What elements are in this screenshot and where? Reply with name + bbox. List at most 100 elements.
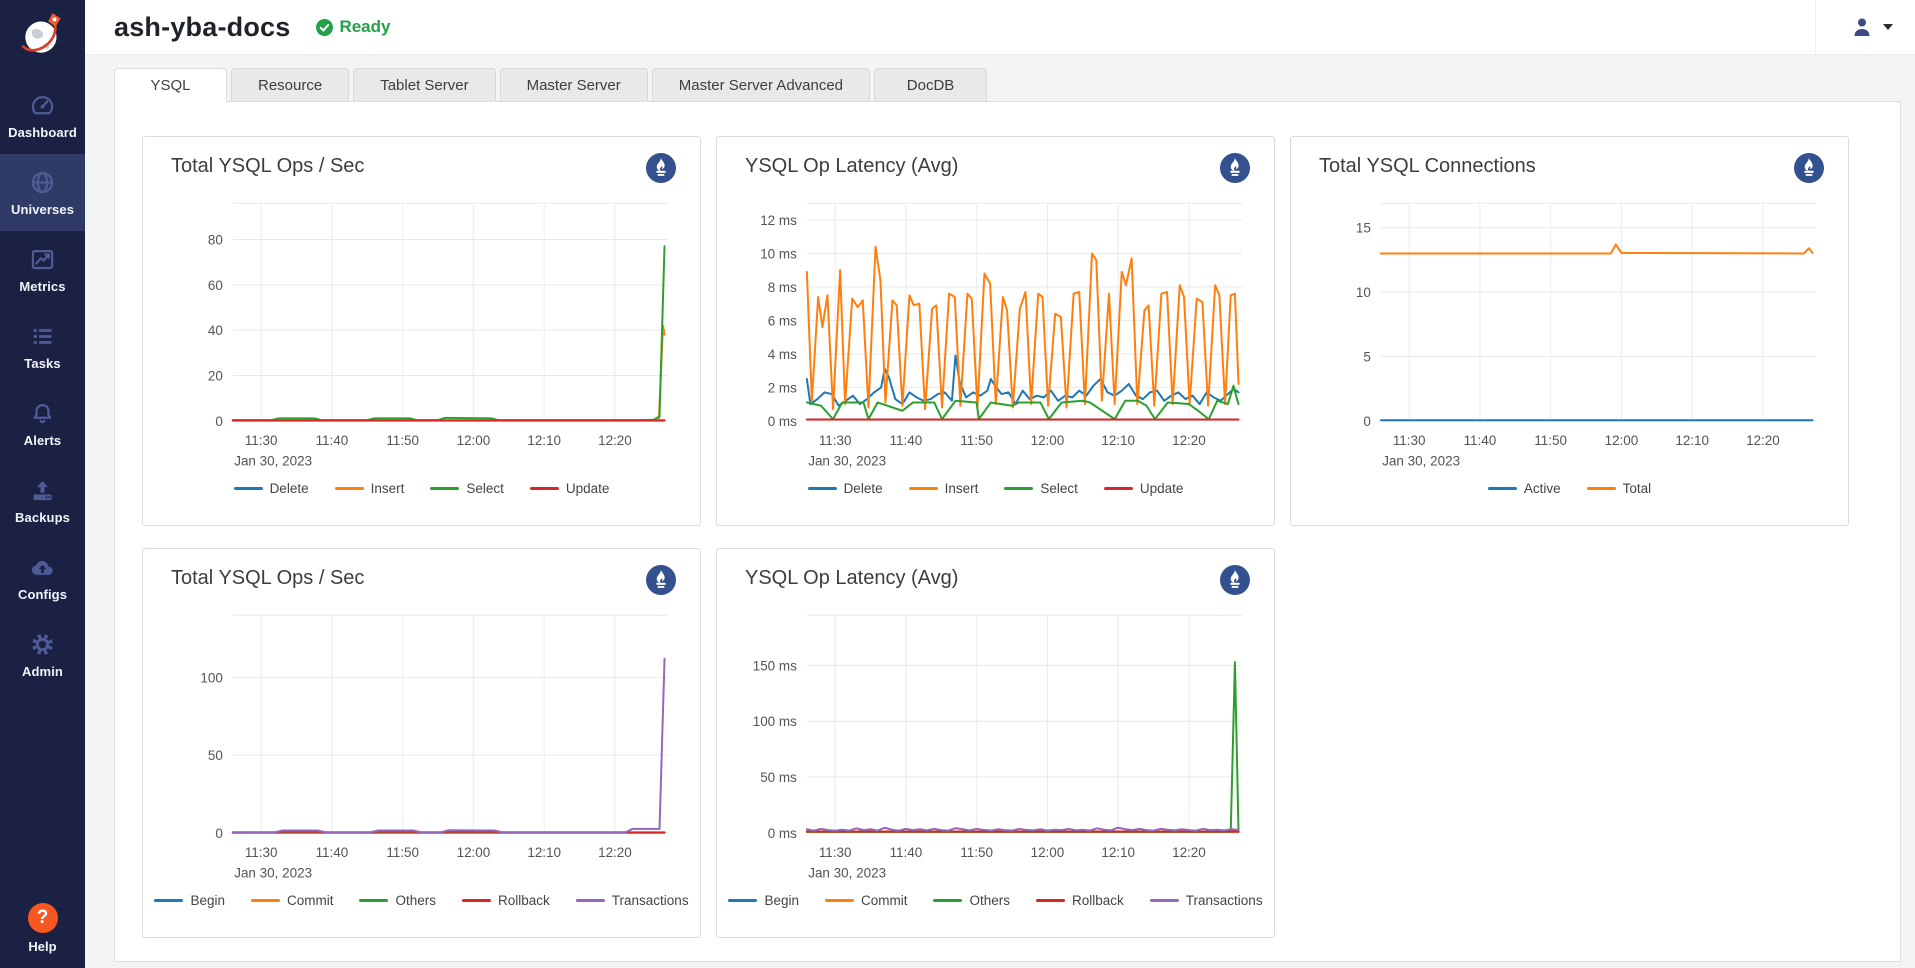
svg-text:2 ms: 2 ms [768,380,797,395]
chart-legend: BeginCommitOthersRollbackTransactions [741,893,1250,908]
prometheus-link-icon[interactable] [1220,153,1250,183]
legend-swatch [1587,487,1616,490]
svg-text:0 ms: 0 ms [768,414,797,429]
sidebar-item-tasks[interactable]: Tasks [0,308,85,385]
sidebar-item-alerts[interactable]: Alerts [0,385,85,462]
svg-text:12:00: 12:00 [1031,433,1065,448]
legend-item-update[interactable]: Update [530,481,610,496]
line-chart-total-ysql-ops-transactions[interactable]: 11:3011:4011:5012:0012:1012:20Jan 30, 20… [167,603,676,883]
line-chart-ysql-op-latency-transactions[interactable]: 11:3011:4011:5012:0012:1012:20Jan 30, 20… [741,603,1250,883]
tab-docdb[interactable]: DocDB [874,68,987,102]
cloud-upload-icon [29,554,56,581]
prometheus-link-icon[interactable] [646,565,676,595]
legend-item-others[interactable]: Others [933,893,1010,908]
svg-text:Jan 30, 2023: Jan 30, 2023 [1382,454,1460,469]
legend-item-transactions[interactable]: Transactions [576,893,689,908]
legend-item-insert[interactable]: Insert [909,481,979,496]
legend-label: Transactions [612,893,689,908]
legend-label: Begin [190,893,225,908]
prometheus-link-icon[interactable] [646,153,676,183]
chart-legend: Active Total [1315,481,1824,496]
tasks-list-icon [29,323,56,350]
legend-item-rollback[interactable]: Rollback [462,893,550,908]
legend-label: Rollback [498,893,550,908]
prometheus-link-icon[interactable] [1220,565,1250,595]
legend-swatch [359,899,388,902]
chart-card-total-ysql-ops: Total YSQL Ops / Sec 11:3011:4011:5012:0… [142,136,701,526]
gear-icon [29,631,56,658]
chart-card-ysql-op-latency: YSQL Op Latency (Avg) 11:3011:4011:5012:… [716,136,1275,526]
sidebar-item-label: Tasks [24,356,60,371]
legend-item-delete[interactable]: Delete [234,481,309,496]
tab-panel: Total YSQL Ops / Sec 11:3011:4011:5012:0… [114,101,1901,962]
prometheus-link-icon[interactable] [1794,153,1824,183]
yugabyte-logo[interactable] [18,9,68,59]
legend-swatch [808,487,837,490]
svg-text:60: 60 [208,278,223,293]
svg-text:10 ms: 10 ms [760,246,797,261]
legend-label: Update [566,481,610,496]
legend-item-select[interactable]: Select [430,481,504,496]
legend-item-transactions[interactable]: Transactions [1150,893,1263,908]
line-chart-total-ysql-connections[interactable]: 11:3011:4011:5012:0012:1012:20Jan 30, 20… [1315,191,1824,471]
svg-text:12:10: 12:10 [1101,845,1135,860]
svg-text:11:30: 11:30 [819,433,852,448]
sidebar-item-help[interactable]: ? Help [28,903,58,954]
svg-text:50 ms: 50 ms [760,770,797,785]
tab-master-server-advanced[interactable]: Master Server Advanced [652,68,870,102]
sidebar-item-admin[interactable]: Admin [0,616,85,693]
legend-item-begin[interactable]: Begin [728,893,799,908]
legend-swatch [462,899,491,902]
legend-item-select[interactable]: Select [1004,481,1078,496]
svg-text:80: 80 [208,233,223,248]
chart-title: YSQL Op Latency (Avg) [741,565,958,590]
svg-text:0: 0 [215,826,223,841]
legend-swatch [933,899,962,902]
metrics-tabs: YSQL Resource Tablet Server Master Serve… [85,55,1915,101]
line-chart-total-ysql-ops[interactable]: 11:3011:4011:5012:0012:1012:20Jan 30, 20… [167,191,676,471]
tab-master-server[interactable]: Master Server [500,68,648,102]
help-label: Help [28,939,56,954]
sidebar-item-universes[interactable]: Universes [0,154,85,231]
legend-swatch [251,899,280,902]
charts-grid: Total YSQL Ops / Sec 11:3011:4011:5012:0… [142,136,1900,938]
svg-text:12:20: 12:20 [598,433,632,448]
svg-text:11:40: 11:40 [1464,433,1497,448]
tab-tablet-server[interactable]: Tablet Server [353,68,495,102]
sidebar-item-dashboard[interactable]: Dashboard [0,77,85,154]
svg-text:12:10: 12:10 [527,433,561,448]
legend-item-begin[interactable]: Begin [154,893,225,908]
svg-text:11:40: 11:40 [890,433,923,448]
legend-item-commit[interactable]: Commit [251,893,334,908]
user-icon [1850,15,1874,39]
svg-text:11:30: 11:30 [819,845,852,860]
legend-item-total[interactable]: Total [1587,481,1652,496]
legend-label: Select [466,481,504,496]
chart-legend: BeginCommitOthersRollbackTransactions [167,893,676,908]
legend-swatch [530,487,559,490]
sidebar-item-metrics[interactable]: Metrics [0,231,85,308]
svg-text:8 ms: 8 ms [768,280,797,295]
legend-item-update[interactable]: Update [1104,481,1184,496]
legend-item-others[interactable]: Others [359,893,436,908]
dashboard-icon [29,92,56,119]
tab-resource[interactable]: Resource [231,68,349,102]
svg-text:50: 50 [208,748,223,763]
user-menu[interactable] [1815,0,1893,54]
line-chart-ysql-op-latency[interactable]: 11:3011:4011:5012:0012:1012:20Jan 30, 20… [741,191,1250,471]
universe-header: ash-yba-docs Ready [85,0,1915,55]
legend-item-delete[interactable]: Delete [808,481,883,496]
svg-text:12:20: 12:20 [1172,433,1206,448]
legend-item-active[interactable]: Active [1488,481,1561,496]
chart-card-total-ysql-ops-transactions: Total YSQL Ops / Sec 11:3011:4011:5012:0… [142,548,701,938]
help-icon: ? [28,903,58,933]
legend-label: Active [1524,481,1561,496]
tab-ysql[interactable]: YSQL [114,68,227,102]
legend-item-insert[interactable]: Insert [335,481,405,496]
legend-label: Update [1140,481,1184,496]
legend-item-rollback[interactable]: Rollback [1036,893,1124,908]
legend-item-commit[interactable]: Commit [825,893,908,908]
svg-text:0: 0 [215,414,223,429]
sidebar-item-backups[interactable]: Backups [0,462,85,539]
sidebar-item-configs[interactable]: Configs [0,539,85,616]
